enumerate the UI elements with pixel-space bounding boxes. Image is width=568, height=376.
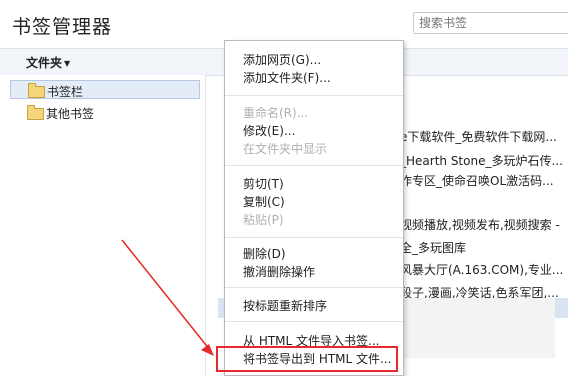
- tree-item-bookmarks-bar[interactable]: 书签栏: [10, 80, 200, 99]
- list-item[interactable]: 视频播放,视频发布,视频搜索 -: [400, 216, 560, 233]
- tree-item-label: 其他书签: [46, 107, 95, 121]
- list-item[interactable]: 风暴大厅(A.163.COM),专业...: [400, 261, 563, 278]
- menu-separator: [225, 321, 403, 322]
- list-item[interactable]: e下载软件_免费软件下载网...: [400, 128, 557, 145]
- menu-item-edit[interactable]: 修改(E)...: [225, 122, 403, 140]
- pane-divider: [205, 75, 206, 376]
- menu-item-show-in-folder: 在文件夹中显示: [243, 142, 328, 156]
- list-item[interactable]: 作专区_使命召唤OL激活码...: [400, 172, 554, 189]
- menu-item-rename: 重命名(R)...: [243, 106, 309, 120]
- list-item[interactable]: 全_多玩图库: [400, 239, 466, 256]
- folders-menu-button[interactable]: 文件夹 ▼: [26, 54, 70, 71]
- tree-item-label: 书签栏: [47, 85, 84, 99]
- menu-separator: [225, 95, 403, 96]
- menu-item-reorder-by-title[interactable]: 按标题重新排序: [225, 297, 403, 315]
- menu-item-cut[interactable]: 剪切(T): [225, 175, 403, 193]
- list-item[interactable]: _Hearth Stone_多玩炉石传...: [400, 152, 563, 169]
- menu-separator: [225, 165, 403, 166]
- menu-item-paste: 粘贴(P): [243, 213, 284, 227]
- menu-item-delete[interactable]: 删除(D): [225, 245, 403, 263]
- folder-tree: 书签栏 其他书签: [0, 75, 205, 376]
- folder-icon: [28, 83, 45, 98]
- context-menu: 添加网页(G)... 添加文件夹(F)... 重命名(R)... 修改(E)..…: [224, 40, 404, 376]
- menu-separator: [225, 237, 403, 238]
- menu-item-undo-delete[interactable]: 撤消删除操作: [225, 263, 403, 281]
- folders-menu-label: 文件夹: [26, 56, 63, 70]
- menu-item-add-page[interactable]: 添加网页(G)...: [225, 51, 403, 69]
- page-title: 书签管理器: [12, 16, 113, 38]
- search-input[interactable]: [413, 12, 568, 34]
- menu-item-add-folder[interactable]: 添加文件夹(F)...: [225, 69, 403, 87]
- menu-separator: [225, 287, 403, 288]
- folder-icon: [27, 105, 44, 120]
- menu-item-copy[interactable]: 复制(C): [225, 193, 403, 211]
- dropdown-arrow-icon: ▼: [64, 59, 71, 68]
- tree-item-other-bookmarks[interactable]: 其他书签: [10, 103, 200, 122]
- gray-overlay: [380, 298, 555, 358]
- highlight-box: [216, 346, 398, 372]
